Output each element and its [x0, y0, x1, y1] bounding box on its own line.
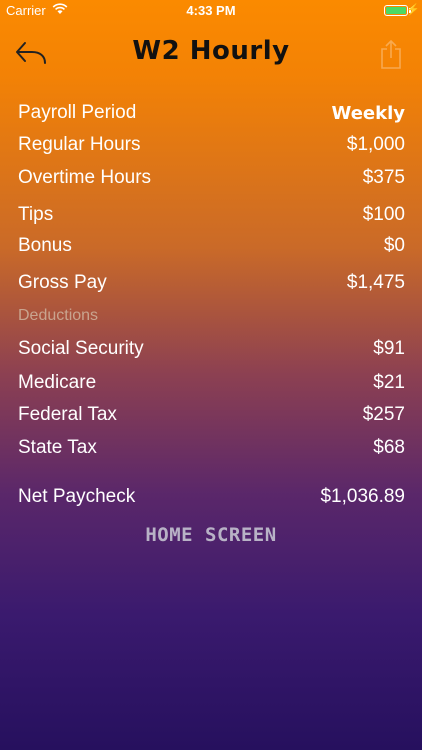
row-value: $21 — [373, 372, 405, 393]
row-label: Medicare — [18, 372, 97, 393]
row-label: Payroll Period — [18, 102, 137, 123]
row-value: $1,000 — [346, 134, 405, 155]
row-label: Net Paycheck — [18, 486, 136, 507]
row-medicare: Medicare $21 — [18, 369, 405, 397]
row-label: Overtime Hours — [18, 167, 152, 188]
row-value: $1,475 — [346, 272, 405, 293]
page-title: W2 Hourly — [132, 36, 290, 66]
row-payroll-period[interactable]: Payroll Period Weekly — [18, 99, 405, 127]
clock-time: 4:33 PM — [186, 3, 236, 18]
status-bar: Carrier 4:33 PM ⚡ — [0, 0, 422, 22]
row-social-security: Social Security $91 — [18, 335, 405, 363]
row-value: $257 — [362, 404, 405, 425]
charging-bolt-icon: ⚡ — [406, 4, 420, 16]
home-screen-button[interactable]: HOME SCREEN — [0, 524, 422, 552]
row-value: $0 — [383, 235, 405, 256]
share-icon[interactable] — [378, 38, 404, 70]
row-label: Gross Pay — [18, 272, 107, 293]
battery-icon — [384, 5, 408, 16]
row-tips: Tips $100 — [18, 201, 405, 229]
row-label: State Tax — [18, 437, 97, 458]
row-label: Tips — [18, 204, 54, 225]
row-label: Regular Hours — [18, 134, 141, 155]
row-value: $1,036.89 — [320, 486, 405, 507]
row-federal-tax: Federal Tax $257 — [18, 401, 405, 429]
row-label: Bonus — [18, 235, 72, 256]
row-value: $375 — [362, 167, 405, 188]
row-label: Social Security — [18, 338, 144, 359]
row-state-tax: State Tax $68 — [18, 434, 405, 462]
row-value: $91 — [373, 338, 405, 359]
row-overtime-hours: Overtime Hours $375 — [18, 164, 405, 192]
row-value: $68 — [373, 437, 405, 458]
row-regular-hours: Regular Hours $1,000 — [18, 131, 405, 159]
navigation-bar: W2 Hourly — [0, 30, 422, 78]
row-gross-pay: Gross Pay $1,475 — [18, 269, 405, 297]
row-bonus: Bonus $0 — [18, 232, 405, 260]
deductions-header: Deductions — [18, 307, 99, 324]
row-net-paycheck: Net Paycheck $1,036.89 — [18, 483, 405, 511]
row-value[interactable]: Weekly — [331, 103, 405, 124]
row-value: $100 — [362, 204, 405, 225]
row-label: Federal Tax — [18, 404, 117, 425]
